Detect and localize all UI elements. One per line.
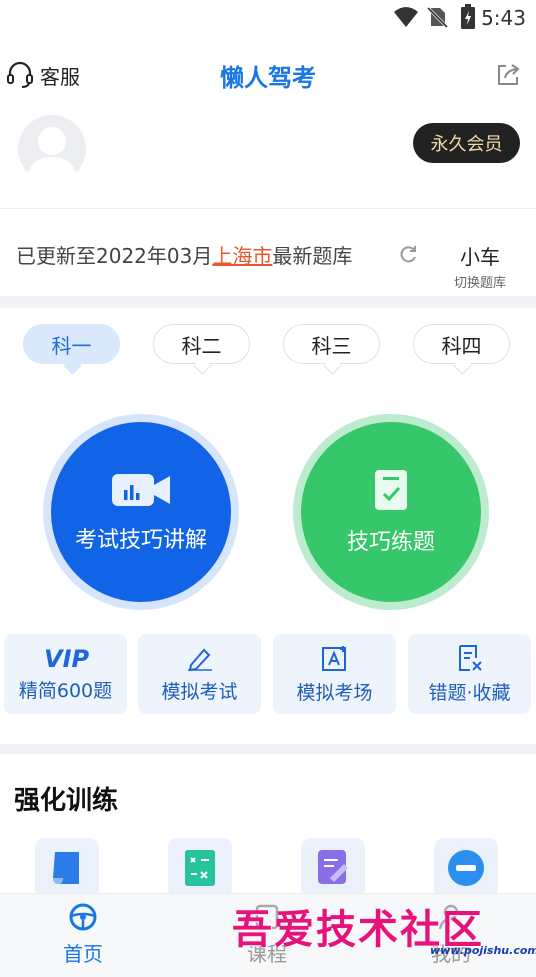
tab-label: 科三: [311, 333, 352, 358]
no-sim-icon: [426, 6, 448, 28]
divider: [0, 208, 536, 209]
card-mock-exam[interactable]: 模拟考试: [138, 634, 261, 714]
video-camera-icon: [112, 474, 170, 506]
refresh-icon[interactable]: [398, 244, 418, 264]
avatar[interactable]: [18, 115, 86, 183]
tab-subject-2[interactable]: 科二: [153, 324, 250, 375]
share-icon[interactable]: [495, 62, 521, 88]
switch-bank-label: 切换题库: [453, 276, 506, 291]
card-label: 错题·收藏: [428, 681, 511, 704]
tab-label: 科四: [441, 333, 482, 358]
update-prefix: 已更新至2022年03月: [16, 244, 213, 268]
tab-subject-1[interactable]: 科一: [23, 324, 120, 375]
training-item-notes[interactable]: [301, 838, 365, 898]
wifi-icon: [394, 7, 418, 27]
card-wrong-questions-favorites[interactable]: 错题·收藏: [408, 634, 531, 714]
nav-label: 首页: [63, 942, 103, 966]
user-silhouette-icon: [26, 127, 78, 183]
training-item-scroll[interactable]: [35, 838, 99, 898]
scroll-icon: [53, 852, 79, 884]
battery-icon: [461, 4, 475, 29]
training-item-minus[interactable]: [434, 838, 498, 898]
vehicle-type: 小车: [460, 245, 500, 269]
card-label: 精简600题: [18, 679, 113, 702]
steering-wheel-icon: [69, 903, 97, 931]
section-gap: [0, 296, 536, 308]
svg-text:VIP: VIP: [44, 646, 90, 670]
watermark-url: www.pojishu.com: [430, 944, 536, 957]
tab-label: 科一: [51, 333, 92, 358]
status-bar: 5:43: [0, 0, 536, 36]
tab-subject-4[interactable]: 科四: [413, 324, 510, 375]
tab-label: 科二: [181, 333, 222, 358]
card-mock-exam-room[interactable]: 模拟考场: [273, 634, 396, 714]
page-title: 懒人驾考: [220, 64, 316, 92]
section-gap: [0, 744, 536, 754]
checklist-doc-icon: [375, 470, 407, 510]
switch-question-bank-button[interactable]: 小车 切换题库: [440, 241, 520, 291]
city-link[interactable]: 上海市: [212, 244, 272, 268]
status-time: 5:43: [481, 6, 526, 30]
question-bank-status: 已更新至2022年03月上海市最新题库: [16, 240, 352, 269]
calculator-icon: [185, 850, 215, 886]
wrong-questions-icon: [458, 644, 482, 671]
nav-home[interactable]: 首页: [28, 902, 138, 967]
member-badge[interactable]: 永久会员: [413, 123, 520, 163]
exam-tips-explain-button[interactable]: 考试技巧讲解: [51, 422, 231, 602]
explain-button-label: 考试技巧讲解: [74, 528, 207, 553]
notes-icon: [318, 850, 348, 884]
practice-button-label: 技巧练题: [346, 530, 435, 555]
tab-subject-3[interactable]: 科三: [283, 324, 380, 375]
card-streamlined-600[interactable]: VIP 精简600题: [4, 634, 127, 714]
vip-icon: VIP: [44, 646, 90, 670]
minus-circle-icon: [448, 850, 484, 886]
tips-practice-button[interactable]: 技巧练题: [301, 422, 481, 602]
training-item-calculator[interactable]: [168, 838, 232, 898]
exam-room-icon: [321, 645, 346, 671]
card-label: 模拟考场: [296, 681, 373, 704]
pencil-icon: [187, 648, 212, 671]
card-label: 模拟考试: [161, 680, 238, 703]
section-title-intensive-training: 强化训练: [14, 786, 119, 816]
update-suffix: 最新题库: [272, 244, 353, 268]
